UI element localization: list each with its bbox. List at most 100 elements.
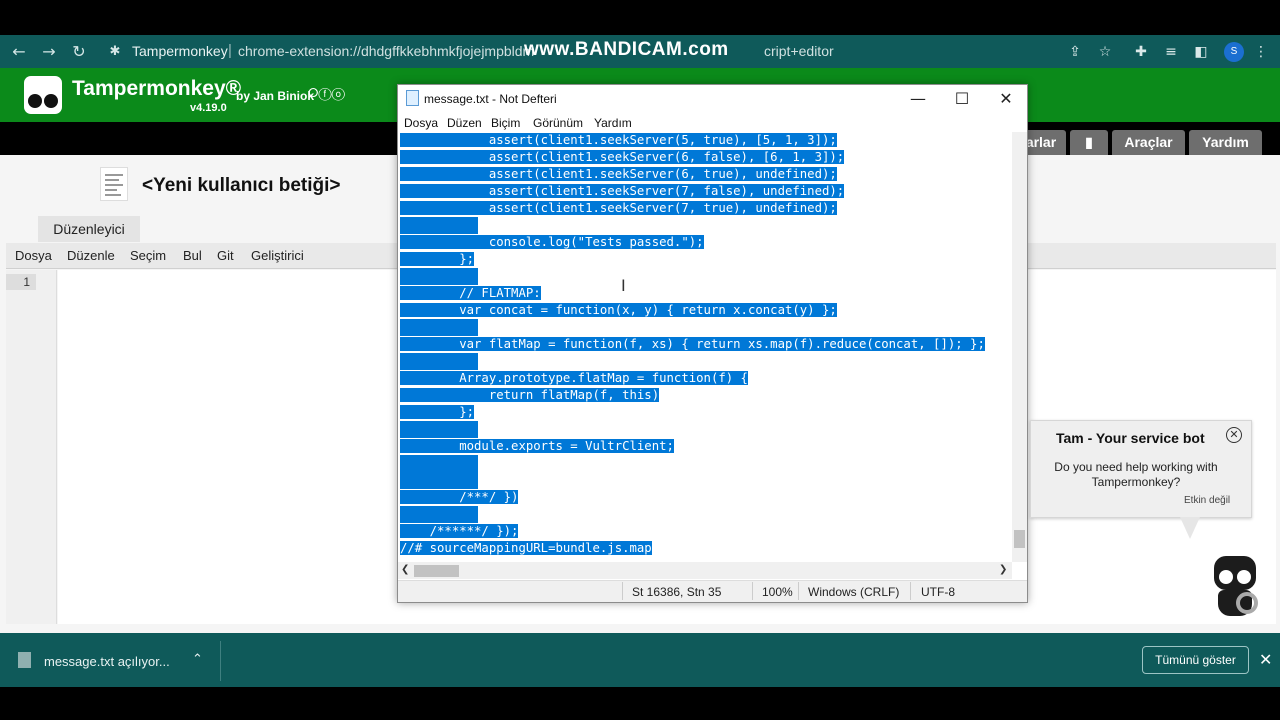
selected-text (400, 319, 478, 336)
bot-title: Tam - Your service bot (1056, 430, 1205, 446)
social-icons[interactable]: ⭘ⓕⓞ (308, 86, 345, 101)
status-encoding: UTF-8 (921, 585, 955, 599)
os-bottom-strip (0, 687, 1280, 720)
code-line[interactable] (400, 472, 478, 489)
status-position: St 16386, Stn 35 (632, 585, 722, 599)
tab-help[interactable]: Yardım (1189, 130, 1262, 155)
selected-text: var concat = function(x, y) { return x.c… (400, 303, 837, 317)
selected-text (400, 353, 478, 370)
kebab-menu-icon[interactable]: ⋮ (1252, 43, 1270, 61)
code-line[interactable] (400, 353, 478, 370)
scroll-left-icon[interactable]: ❮ (401, 564, 409, 575)
notepad-text-area[interactable]: assert(client1.seekServer(5, true), [5, … (400, 132, 1012, 562)
bot-status[interactable]: Etkin değil (1184, 495, 1230, 506)
puzzle-icon[interactable]: ✚ (1132, 43, 1150, 61)
scroll-right-icon[interactable]: ❯ (999, 564, 1007, 575)
tab-tools[interactable]: Araçlar (1112, 130, 1185, 155)
url-text[interactable]: chrome-extension://dhdgffkkebhmkfjojejmp… (238, 43, 534, 59)
selected-text (400, 421, 478, 438)
minimize-icon[interactable]: — (896, 85, 940, 113)
code-line[interactable]: Array.prototype.flatMap = function(f) { (400, 370, 748, 387)
notepad-menu-view[interactable]: Görünüm (533, 116, 583, 130)
selected-text: Array.prototype.flatMap = function(f) { (400, 371, 748, 385)
maximize-icon[interactable]: ☐ (940, 85, 984, 113)
code-line[interactable]: module.exports = VultrClient; (400, 438, 674, 455)
code-line[interactable]: /******/ }); (400, 523, 519, 540)
code-line[interactable]: }; (400, 251, 475, 268)
brand-title: Tampermonkey® (72, 77, 242, 100)
notepad-menu-file[interactable]: Dosya (404, 116, 438, 130)
notepad-menu-edit[interactable]: Düzen (447, 116, 482, 130)
notepad-menu-format[interactable]: Biçim (491, 116, 520, 130)
code-line[interactable]: console.log("Tests passed."); (400, 234, 704, 251)
code-line[interactable]: var concat = function(x, y) { return x.c… (400, 302, 837, 319)
selected-text (400, 455, 478, 472)
code-line[interactable] (400, 268, 478, 285)
code-line[interactable]: assert(client1.seekServer(5, true), [5, … (400, 132, 837, 149)
code-line[interactable]: assert(client1.seekServer(7, false), und… (400, 183, 845, 200)
url-text-end[interactable]: cript+editor (764, 43, 834, 59)
show-all-button[interactable]: Tümünü göster (1142, 646, 1249, 674)
notepad-menu-help[interactable]: Yardım (594, 116, 632, 130)
selected-text: var flatMap = function(f, xs) { return x… (400, 337, 985, 351)
star-icon[interactable]: ☆ (1096, 43, 1114, 61)
code-line[interactable]: assert(client1.seekServer(6, false), [6,… (400, 149, 845, 166)
selected-text: // FLATMAP: (400, 286, 541, 300)
horizontal-scrollbar[interactable] (398, 562, 1012, 579)
selected-text: //# sourceMappingURL=bundle.js.map (400, 541, 652, 555)
sidepanel-icon[interactable]: ◧ (1192, 43, 1210, 61)
editor-menu-file[interactable]: Dosya (15, 248, 52, 263)
code-line[interactable]: assert(client1.seekServer(6, true), unde… (400, 166, 837, 183)
downloads-divider (220, 641, 221, 681)
trash-icon[interactable]: ▮ (1070, 130, 1108, 155)
close-icon[interactable]: ✕ (984, 85, 1028, 113)
forward-icon[interactable]: → (38, 41, 60, 63)
code-line[interactable]: var flatMap = function(f, xs) { return x… (400, 336, 985, 353)
editor-menu-developer[interactable]: Geliştirici (251, 248, 304, 263)
editor-menu-goto[interactable]: Git (217, 248, 234, 263)
code-line[interactable]: return flatMap(f, this) (400, 387, 660, 404)
file-icon (18, 652, 31, 668)
recording-watermark: www.BANDICAM.com (524, 39, 729, 60)
notepad-file-icon (406, 90, 419, 106)
selected-text: module.exports = VultrClient; (400, 439, 674, 453)
editor-menu-edit[interactable]: Düzenle (67, 248, 115, 263)
vertical-scrollbar[interactable] (1012, 132, 1027, 562)
script-title: <Yeni kullanıcı betiği> (142, 175, 341, 196)
code-line[interactable] (400, 506, 478, 523)
code-line[interactable] (400, 421, 478, 438)
tab-editor[interactable]: Düzenleyici (38, 216, 140, 242)
playlist-icon[interactable]: ≡ (1162, 43, 1180, 61)
selected-text: }; (400, 252, 475, 266)
share-icon[interactable]: ⇪ (1066, 43, 1084, 61)
line-number: 1 (6, 274, 36, 290)
vertical-scroll-thumb[interactable] (1014, 530, 1025, 548)
code-line[interactable]: //# sourceMappingURL=bundle.js.map (400, 540, 652, 557)
bot-card-tail (1180, 517, 1200, 539)
code-line[interactable]: assert(client1.seekServer(7, true), unde… (400, 200, 837, 217)
profile-avatar[interactable]: S (1224, 42, 1244, 62)
reload-icon[interactable]: ↻ (68, 41, 90, 63)
code-line[interactable] (400, 217, 478, 234)
code-line[interactable] (400, 319, 478, 336)
bot-avatar-icon[interactable] (1212, 556, 1258, 618)
editor-menu-selection[interactable]: Seçim (130, 248, 166, 263)
selected-text (400, 268, 478, 285)
status-divider (752, 582, 753, 600)
code-line[interactable]: /***/ }) (400, 489, 519, 506)
chevron-up-icon[interactable]: ⌃ (192, 652, 203, 667)
version-label: v4.19.0 (190, 102, 227, 114)
tampermonkey-logo-icon (24, 76, 62, 114)
bot-close-icon[interactable]: ✕ (1226, 427, 1242, 443)
back-icon[interactable]: ← (8, 41, 30, 63)
horizontal-scroll-thumb[interactable] (414, 565, 459, 577)
download-item-name[interactable]: message.txt açılıyor... (44, 654, 170, 669)
code-line[interactable] (400, 455, 478, 472)
code-line[interactable]: }; (400, 404, 475, 421)
url-site-name[interactable]: Tampermonkey (132, 43, 228, 59)
downloads-close-icon[interactable]: ✕ (1259, 650, 1272, 669)
editor-menu-find[interactable]: Bul (183, 248, 202, 263)
selected-text (400, 472, 478, 489)
status-divider (798, 582, 799, 600)
code-line[interactable]: // FLATMAP: (400, 285, 541, 302)
